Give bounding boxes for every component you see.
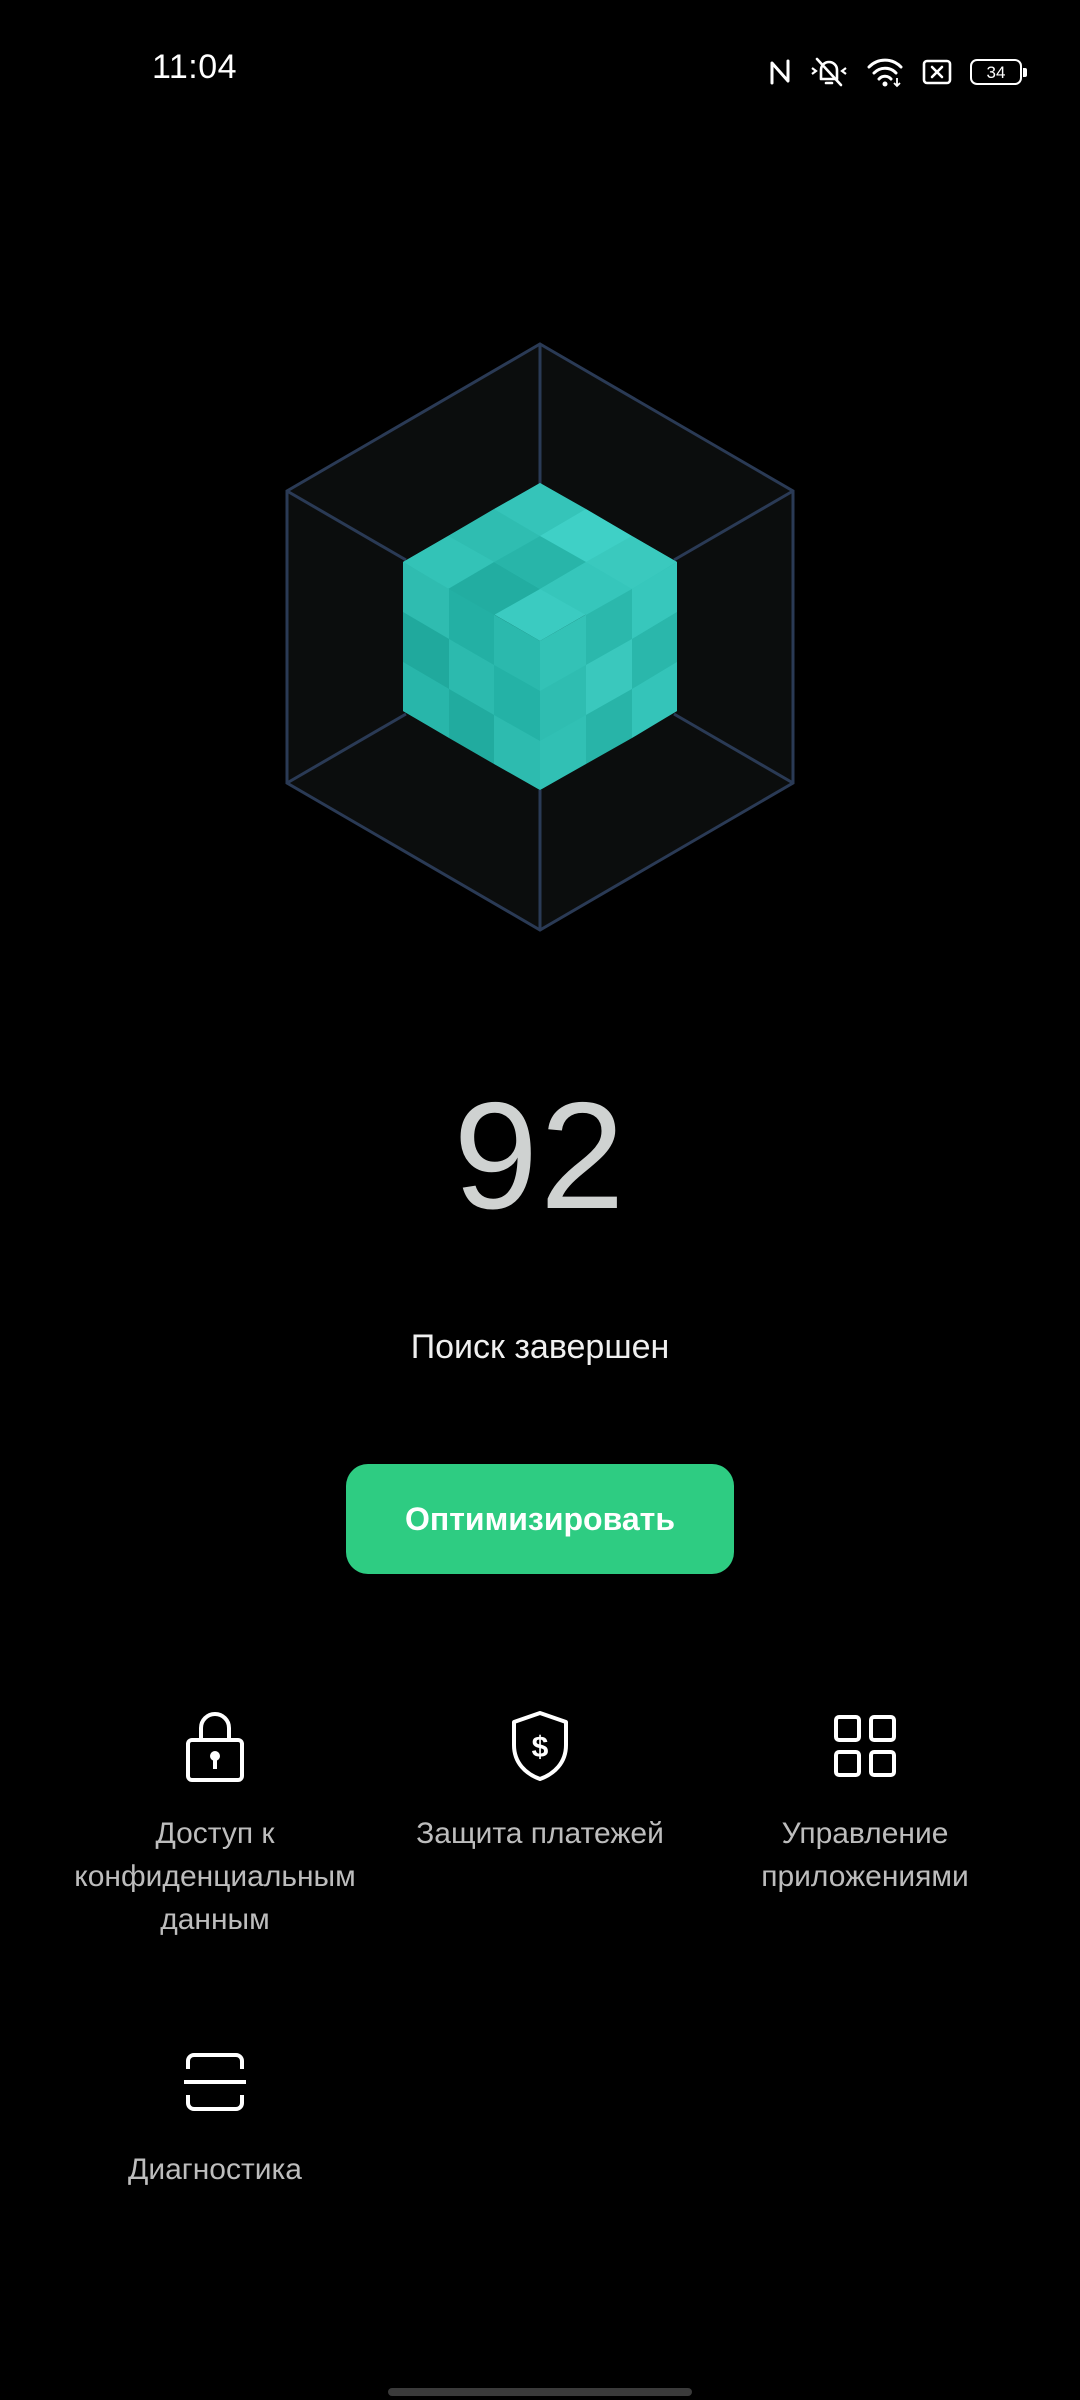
- nfc-icon: [768, 57, 792, 87]
- feature-privacy-label: Доступ к конфиденциальным данным: [74, 1817, 356, 1936]
- wifi-icon: [866, 56, 904, 88]
- feature-apps-label: Управление приложениями: [761, 1817, 969, 1893]
- feature-payment-label: Защита платежей: [416, 1817, 664, 1850]
- cube-illustration: [285, 342, 795, 932]
- feature-diagnostics[interactable]: Диагностика: [50, 2042, 380, 2191]
- security-score: 92: [453, 1071, 627, 1241]
- silent-bell-icon: [810, 55, 848, 89]
- grid-apps-icon: [700, 1706, 1030, 1786]
- feature-diagnostics-label: Диагностика: [128, 2153, 302, 2186]
- lock-icon: [50, 1706, 380, 1786]
- status-bar: 11:04 34: [0, 0, 1080, 140]
- feature-app-management[interactable]: Управление приложениями: [700, 1706, 1030, 1898]
- scan-icon: [50, 2042, 380, 2122]
- shield-dollar-icon: $: [375, 1706, 705, 1786]
- status-time: 11:04: [152, 48, 238, 86]
- home-indicator[interactable]: [388, 2388, 692, 2396]
- battery-icon: 34: [970, 59, 1027, 85]
- scan-status: Поиск завершен: [410, 1328, 670, 1366]
- optimize-button[interactable]: Оптимизировать: [346, 1464, 734, 1574]
- sim-off-icon: [922, 59, 952, 85]
- svg-text:$: $: [532, 1731, 549, 1764]
- feature-payment-protection[interactable]: $ Защита платежей: [375, 1706, 705, 1855]
- battery-level: 34: [986, 62, 1006, 82]
- feature-privacy-access[interactable]: Доступ к конфиденциальным данным: [50, 1706, 380, 1941]
- status-icons: 34: [768, 52, 1027, 92]
